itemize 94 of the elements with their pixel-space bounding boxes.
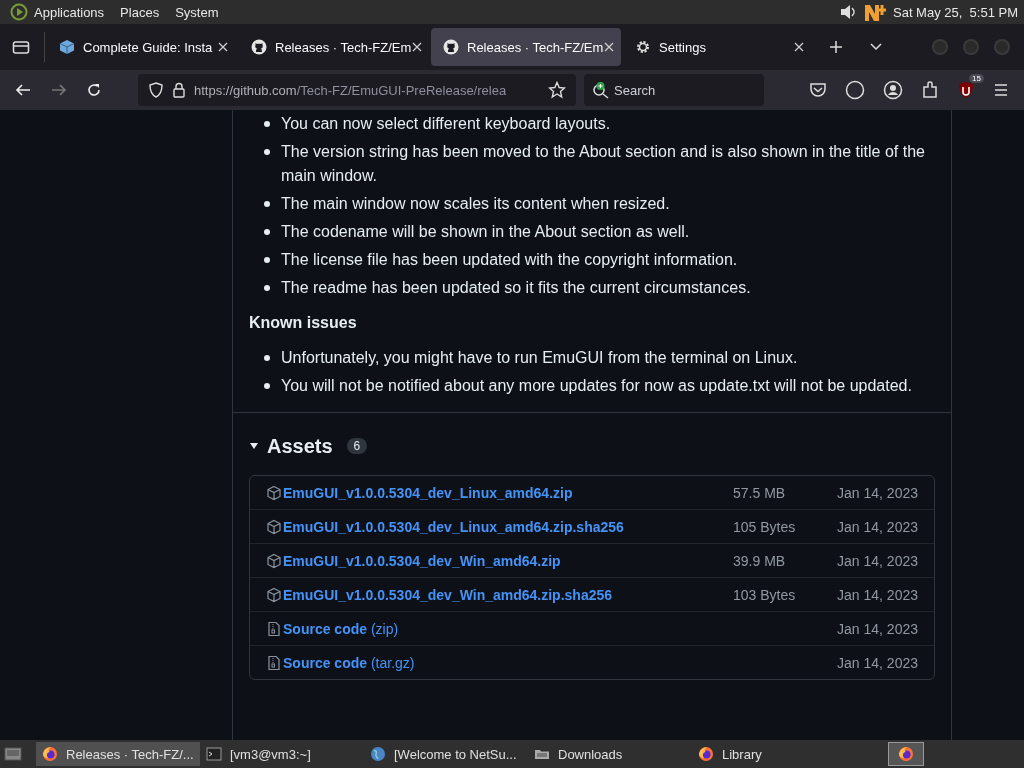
download-link[interactable]: EmuGUI_v1.0.0.5304_dev_Win_amd64.zip.sha256 [283,586,613,603]
taskbar-item[interactable]: Library [692,742,856,766]
count-badge: 6 [346,438,368,454]
file-size: 57.5 MB [733,484,787,501]
puzzle-icon[interactable] [921,81,939,99]
pocket-icon[interactable] [809,81,827,99]
package-icon [266,484,282,501]
search-field[interactable]: Search [584,74,764,106]
menu-icon[interactable] [993,82,1009,98]
date-text: Jan 14, 2023 [837,484,918,501]
package-icon [266,518,282,535]
assets-heading[interactable]: Assets [267,434,333,458]
package-icon [266,552,282,569]
address-bar[interactable]: https://github.com/Tech-FZ/EmuGUI-PreRelease/relea [138,74,576,106]
menu-item[interactable]: Places [120,4,160,20]
speaker-icon[interactable] [839,3,857,21]
triangle-down-icon[interactable] [249,441,259,451]
browser-tab[interactable]: Complete Guide: Insta [47,28,237,66]
circle-icon[interactable] [845,80,865,100]
taskbar-item[interactable]: [Welcome to NetSu... [364,742,528,766]
download-link[interactable]: Source code (zip) [283,620,399,637]
star-icon[interactable] [548,81,566,99]
section-heading: Known issues [249,313,358,333]
list-item-text: The codename will be shown in the About section as well. [281,223,690,240]
download-link[interactable]: EmuGUI_v1.0.0.5304_dev_Linux_amd64.zip [283,484,573,501]
search-icon [592,81,610,99]
list-item-text: The version string has been moved to the About section and is also shown in the title of the main window. [281,143,925,184]
globe-icon [370,746,386,762]
forward-icon [50,82,68,98]
browser-icon [42,746,58,762]
file-size: 105 Bytes [733,518,797,535]
lock-icon[interactable] [172,82,186,98]
file-size: 103 Bytes [733,586,797,603]
date-text: Jan 14, 2023 [837,518,918,535]
package-icon [266,586,282,603]
browser-tab[interactable]: Settings [623,28,813,66]
browser-icon [698,746,714,762]
date-text: Jan 14, 2023 [837,654,918,671]
list-item-text: The license file has been updated with the copyright information. [281,251,738,268]
shield-icon[interactable] [148,82,164,98]
download-link[interactable]: EmuGUI_v1.0.0.5304_dev_Win_amd64.zip [283,552,561,569]
cat-icon [443,39,459,55]
taskbar-item[interactable]: [vm3@vm3:~] [200,742,364,766]
tab-title: Settings [659,39,707,55]
tab-title: Releases · Tech-FZ/Em [275,39,412,55]
tab-overview-icon[interactable] [12,39,30,55]
bullet-icon [264,285,270,291]
browser-icon [898,746,914,762]
workspace-button[interactable] [888,742,924,766]
list-item-text: The readme has been updated so it fits the current circumstances. [281,279,751,296]
cube-icon [59,39,75,55]
bullet-icon [264,355,270,361]
tab-title: Releases · Tech-FZ/Em [467,39,604,55]
new-tab-icon[interactable] [829,40,843,54]
download-link[interactable]: Source code (tar.gz) [283,654,415,671]
close-icon[interactable] [603,41,616,53]
account-icon[interactable] [883,80,903,100]
close-icon[interactable] [793,41,805,53]
bullet-icon [264,229,270,235]
menu-item[interactable]: System [175,4,219,20]
bullet-icon [264,257,270,263]
taskbar-item[interactable]: Downloads [528,742,692,766]
list-item-text: Unfortunately, you might have to run EmuGUI from the terminal on Linux. [281,349,798,366]
menu-item[interactable]: Applications [34,4,105,20]
taskbar-item[interactable]: Releases · Tech-FZ/... [36,742,200,766]
back-icon[interactable] [14,82,32,98]
list-item-text: You will not be notified about any more updates for now as update.txt will not be updated. [281,377,912,394]
date-text: Jan 14, 2023 [837,620,918,637]
zip-file-icon [266,654,282,671]
bullet-icon [264,121,270,127]
tab-title: Complete Guide: Insta [83,39,214,55]
close-icon[interactable] [411,41,424,53]
download-link[interactable]: EmuGUI_v1.0.0.5304_dev_Linux_amd64.zip.sha256 [283,518,624,535]
show-desktop-icon[interactable] [4,746,22,762]
browser-tab[interactable]: Releases · Tech-FZ/Em [239,28,429,66]
bullet-icon [264,383,270,389]
browser-tab[interactable]: Releases · Tech-FZ/Em [431,28,621,66]
zip-file-icon [266,620,282,637]
count-badge: 15 [969,74,984,83]
date-text: Jan 14, 2023 [837,552,918,569]
reload-icon[interactable] [86,82,102,98]
shield-logo-icon[interactable] [957,81,975,99]
cat-icon [251,39,267,55]
settings-icon [635,39,651,55]
close-icon[interactable] [217,41,229,53]
bullet-icon [264,201,270,207]
clock: Sat May 25, 5:51 PM [893,4,1018,20]
bullet-icon [264,149,270,155]
date-text: Jan 14, 2023 [837,586,918,603]
file-size: 39.9 MB [733,552,787,569]
list-item-text: You can now select different keyboard layouts. [281,115,611,132]
list-item-text: The main window now scales its content when resized. [281,195,670,212]
terminal-icon [206,746,222,762]
url-text: https://github.com/Tech-FZ/EmuGUI-PreRelease/relea [194,82,508,98]
